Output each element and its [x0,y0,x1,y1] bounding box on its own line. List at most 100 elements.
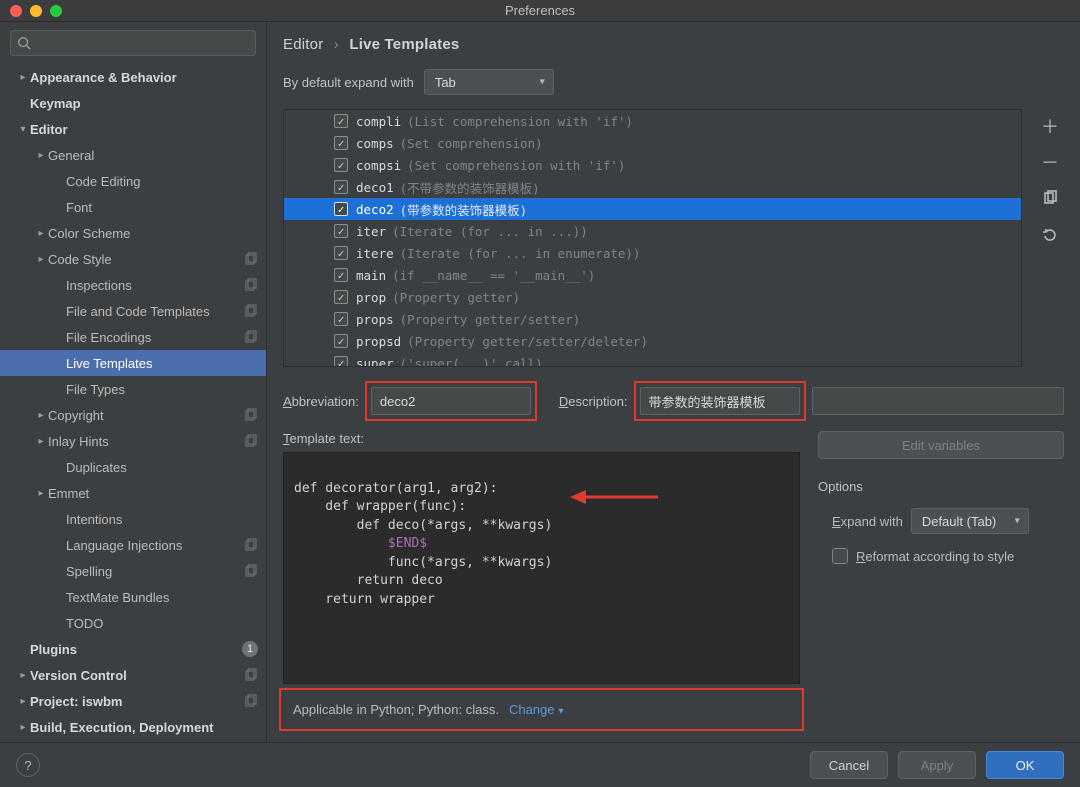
sidebar-item-label: Duplicates [66,460,258,475]
description-label: Description: [559,394,628,409]
template-item-iter[interactable]: iter (Iterate (for ... in ...)) [284,220,1021,242]
template-list[interactable]: compli (List comprehension with 'if')com… [283,109,1022,367]
sidebar-item-general[interactable]: ▸General [0,142,266,168]
sidebar-item-editor[interactable]: ▾Editor [0,116,266,142]
template-item-deco1[interactable]: deco1 (不带参数的装饰器模板) [284,176,1021,198]
template-checkbox[interactable] [334,224,348,238]
sidebar-item-font[interactable]: Font [0,194,266,220]
template-item-prop[interactable]: prop (Property getter) [284,286,1021,308]
sidebar-item-language-injections[interactable]: Language Injections [0,532,266,558]
ok-button[interactable]: OK [986,751,1064,779]
template-checkbox[interactable] [334,290,348,304]
template-checkbox[interactable] [334,158,348,172]
sidebar-item-live-templates[interactable]: Live Templates [0,350,266,376]
template-checkbox[interactable] [334,246,348,260]
sidebar-item-label: TODO [66,616,258,631]
sidebar-item-inspections[interactable]: Inspections [0,272,266,298]
template-item-itere[interactable]: itere (Iterate (for ... in enumerate)) [284,242,1021,264]
template-checkbox[interactable] [334,334,348,348]
template-desc: (带参数的装饰器模板) [400,200,528,219]
scheme-icon [244,408,258,422]
sidebar-item-duplicates[interactable]: Duplicates [0,454,266,480]
sidebar-item-file-types[interactable]: File Types [0,376,266,402]
sidebar-item-color-scheme[interactable]: ▸Color Scheme [0,220,266,246]
sidebar-item-label: File Types [66,382,258,397]
add-template-button[interactable]: ＋ [1039,115,1061,137]
duplicate-template-button[interactable] [1039,187,1061,209]
template-item-super[interactable]: super ('super(...)' call) [284,352,1021,367]
search-input[interactable] [10,30,256,56]
remove-template-button[interactable]: － [1039,151,1061,173]
template-text-editor[interactable]: def decorator(arg1, arg2): def wrapper(f… [283,452,800,684]
sidebar-item-file-encodings[interactable]: File Encodings [0,324,266,350]
template-checkbox[interactable] [334,136,348,150]
sidebar-item-copyright[interactable]: ▸Copyright [0,402,266,428]
template-checkbox[interactable] [334,312,348,326]
chevron-right-icon: ▸ [34,150,48,161]
sidebar-item-keymap[interactable]: Keymap [0,90,266,116]
template-item-comps[interactable]: comps (Set comprehension) [284,132,1021,154]
dialog-footer: ? Cancel Apply OK [0,742,1080,787]
help-button[interactable]: ? [16,753,40,777]
sidebar-item-emmet[interactable]: ▸Emmet [0,480,266,506]
sidebar-item-label: General [48,148,258,163]
template-item-main[interactable]: main (if __name__ == '__main__') [284,264,1021,286]
template-item-compsi[interactable]: compsi (Set comprehension with 'if') [284,154,1021,176]
template-item-props[interactable]: props (Property getter/setter) [284,308,1021,330]
sidebar-item-label: Code Editing [66,174,258,189]
description-input-overflow[interactable] [812,387,1064,415]
scheme-icon [244,252,258,266]
code-line: return wrapper [294,592,435,607]
sidebar-item-file-and-code-templates[interactable]: File and Code Templates [0,298,266,324]
cancel-button[interactable]: Cancel [810,751,888,779]
scheme-icon [244,694,258,708]
sidebar-item-label: Appearance & Behavior [30,70,258,85]
template-checkbox[interactable] [334,114,348,128]
sidebar-item-build-execution-deployment[interactable]: ▸Build, Execution, Deployment [0,714,266,740]
expand-with-combo[interactable]: Tab ▾ [424,69,554,95]
sidebar-item-code-style[interactable]: ▸Code Style [0,246,266,272]
code-line: def deco(*args, **kwargs) [294,518,552,533]
settings-panel: Editor › Live Templates By default expan… [267,22,1080,742]
chevron-down-icon: ▾ [1015,516,1020,527]
edit-variables-button[interactable]: Edit variables [818,431,1064,459]
settings-tree[interactable]: ▸Appearance & BehaviorKeymap▾Editor▸Gene… [0,64,266,742]
sidebar-item-intentions[interactable]: Intentions [0,506,266,532]
minimize-icon[interactable] [30,5,42,17]
expand-with-option-label: Expand with [832,514,903,529]
close-icon[interactable] [10,5,22,17]
template-checkbox[interactable] [334,180,348,194]
template-item-compli[interactable]: compli (List comprehension with 'if') [284,110,1021,132]
revert-button[interactable] [1039,223,1061,245]
change-context-link[interactable]: Change▾ [509,702,564,717]
template-desc: (Property getter/setter/deleter) [407,334,648,349]
template-checkbox[interactable] [334,356,348,367]
sidebar-item-inlay-hints[interactable]: ▸Inlay Hints [0,428,266,454]
abbreviation-input[interactable] [371,387,531,415]
sidebar-item-textmate-bundles[interactable]: TextMate Bundles [0,584,266,610]
sidebar-item-plugins[interactable]: Plugins1 [0,636,266,662]
sidebar-item-label: Copyright [48,408,238,423]
template-name: compsi [356,158,401,173]
sidebar-item-spelling[interactable]: Spelling [0,558,266,584]
template-item-propsd[interactable]: propsd (Property getter/setter/deleter) [284,330,1021,352]
template-item-deco2[interactable]: deco2 (带参数的装饰器模板) [284,198,1021,220]
template-desc: (Set comprehension) [400,136,543,151]
code-line: func(*args, **kwargs) [294,555,552,570]
sidebar-item-label: Font [66,200,258,215]
chevron-right-icon: ▸ [34,488,48,499]
sidebar-item-version-control[interactable]: ▸Version Control [0,662,266,688]
template-checkbox[interactable] [334,202,348,216]
reformat-checkbox[interactable] [832,548,848,564]
zoom-icon[interactable] [50,5,62,17]
sidebar-item-project-iswbm[interactable]: ▸Project: iswbm [0,688,266,714]
expand-with-option-combo[interactable]: Default (Tab) ▾ [911,508,1029,534]
description-highlight [638,385,802,417]
description-input[interactable] [640,387,800,415]
sidebar-item-code-editing[interactable]: Code Editing [0,168,266,194]
apply-button[interactable]: Apply [898,751,976,779]
sidebar-item-appearance-behavior[interactable]: ▸Appearance & Behavior [0,64,266,90]
template-name: propsd [356,334,401,349]
sidebar-item-todo[interactable]: TODO [0,610,266,636]
template-checkbox[interactable] [334,268,348,282]
